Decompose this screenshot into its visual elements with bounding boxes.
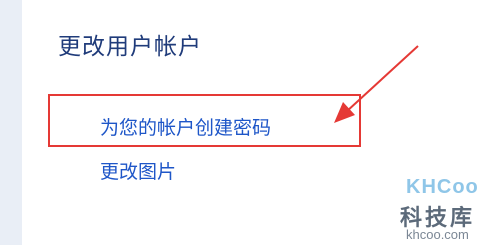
watermark: KHCoo 科技库 khcoo.com [396,176,500,245]
annotation-highlight-box [48,94,361,147]
change-picture-link[interactable]: 更改图片 [100,157,176,184]
left-strip [0,0,22,245]
watermark-url: khcoo.com [406,227,469,242]
page-title: 更改用户帐户 [58,34,202,60]
watermark-logo: KHCoo [406,176,479,198]
